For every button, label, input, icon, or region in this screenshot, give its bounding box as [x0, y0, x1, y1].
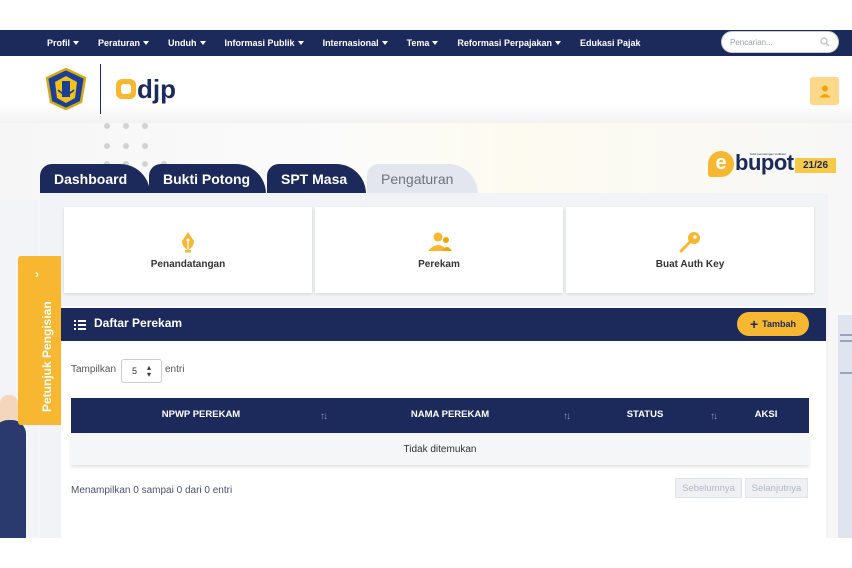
filling-guide-label: Petunjuk Pengisian	[40, 301, 54, 412]
add-button[interactable]: + Tambah	[737, 312, 809, 336]
tab-pengaturan[interactable]: Pengaturan	[367, 164, 478, 194]
chevron-down-icon	[143, 41, 150, 45]
list-icon	[74, 320, 86, 330]
card-label: Buat Auth Key	[655, 259, 725, 270]
nav-item-label: Informasi Publik	[224, 38, 295, 48]
sort-icon[interactable]: ↑↓	[563, 411, 571, 422]
nav-item-edukasi-pajak[interactable]: Edukasi Pajak	[580, 38, 641, 48]
chevron-down-icon	[381, 41, 388, 45]
decorative-line	[840, 372, 852, 374]
decorative-line	[840, 340, 852, 342]
table-header: NPWP PEREKAM ↑↓ NAMA PEREKAM ↑↓ STATUS ↑…	[71, 398, 809, 433]
tab-bukti-potong[interactable]: Bukti Potong	[149, 164, 266, 194]
column-header-npwp[interactable]: NPWP PEREKAM	[131, 409, 271, 420]
length-label: Tampilkan	[71, 364, 117, 375]
search-input[interactable]	[730, 35, 815, 49]
nav-item-informasi-publik[interactable]: Informasi Publik	[225, 38, 304, 48]
djp-logo-text: djp	[137, 74, 176, 104]
table-info: Menampilkan 0 sampai 0 dari 0 entri	[71, 485, 233, 496]
ebupot-logo-e: e	[708, 151, 734, 177]
chevron-down-icon	[73, 41, 80, 45]
nav-item-tema[interactable]: Tema	[407, 38, 439, 48]
table-row: Tidak ditemukan	[71, 433, 809, 465]
nav-item-label: Profil	[47, 38, 71, 48]
empty-table-message: Tidak ditemukan	[403, 444, 477, 455]
column-header-nama[interactable]: NAMA PEREKAM	[380, 409, 520, 420]
chevron-down-icon	[199, 41, 206, 45]
length-suffix: entri	[165, 364, 185, 375]
ministry-emblem-logo[interactable]	[44, 68, 88, 110]
chevron-down-icon	[554, 41, 561, 45]
nav-item-label: Internasional	[322, 38, 379, 48]
card-label: Penandatangan	[150, 259, 226, 270]
search-box	[721, 31, 839, 53]
column-header-aksi: AKSI	[754, 409, 778, 420]
sort-arrows-icon: ▴ ▾	[147, 363, 152, 379]
tab-dashboard[interactable]: Dashboard	[40, 164, 150, 194]
chevron-down-icon	[297, 41, 304, 45]
plus-icon: +	[749, 316, 759, 332]
page: Profil Peraturan Unduh Informasi Publik …	[0, 0, 852, 568]
nav-item-label: Unduh	[168, 38, 197, 48]
nav-item-peraturan[interactable]: Peraturan	[98, 38, 150, 48]
previous-page-button[interactable]: Sebelumnya	[675, 478, 742, 498]
card-label: Perekam	[418, 259, 460, 270]
sort-icon[interactable]: ↑↓	[710, 411, 718, 422]
background-shape-right	[838, 315, 852, 538]
page-bottom	[0, 538, 852, 568]
nav-menu: Profil Peraturan Unduh Informasi Publik …	[47, 30, 660, 56]
logo-divider	[100, 64, 101, 114]
key-icon	[679, 232, 700, 253]
card-penandatangan[interactable]: Penandatangan	[64, 207, 312, 293]
nav-item-label: Reformasi Perpajakan	[457, 38, 552, 48]
djp-logo[interactable]: djp	[114, 74, 184, 104]
chevron-down-icon	[432, 41, 439, 45]
nav-item-profil[interactable]: Profil	[47, 38, 80, 48]
add-button-label: Tambah	[762, 319, 797, 329]
nav-item-reformasi-perpajakan[interactable]: Reformasi Perpajakan	[457, 38, 561, 48]
version-badge: 21/26	[795, 158, 836, 173]
users-icon	[428, 232, 452, 251]
page-length-value: 5	[132, 366, 138, 376]
settings-cards: Penandatangan Perekam Buat Auth Key	[64, 207, 816, 293]
nav-item-unduh[interactable]: Unduh	[168, 38, 206, 48]
pen-nib-icon	[182, 232, 194, 253]
nav-item-internasional[interactable]: Internasional	[323, 38, 388, 48]
decorative-line	[840, 334, 852, 336]
user-account-button[interactable]	[810, 77, 839, 105]
card-perekam[interactable]: Perekam	[315, 207, 563, 293]
column-header-status[interactable]: STATUS	[605, 409, 685, 420]
illustration-person	[0, 420, 26, 540]
nav-item-label: Peraturan	[98, 38, 141, 48]
nav-item-label: Edukasi Pajak	[579, 38, 641, 48]
chevron-right-icon[interactable]: ›	[35, 267, 39, 281]
sort-icon[interactable]: ↑↓	[320, 411, 328, 422]
ebupot-logo-word: bupot	[735, 150, 794, 175]
ebupot-logo: e bukti pemotongan unifikasi bupot 21/26	[708, 148, 836, 182]
next-page-button[interactable]: Selanjutnya	[745, 478, 808, 498]
search-icon[interactable]	[820, 37, 830, 47]
list-title: Daftar Perekam	[94, 316, 183, 330]
user-icon	[819, 85, 830, 98]
card-buat-auth-key[interactable]: Buat Auth Key	[566, 207, 814, 293]
tab-spt-masa[interactable]: SPT Masa	[267, 164, 366, 194]
nav-item-label: Tema	[406, 38, 430, 48]
page-length-select[interactable]: 5 ▴ ▾	[121, 359, 162, 383]
